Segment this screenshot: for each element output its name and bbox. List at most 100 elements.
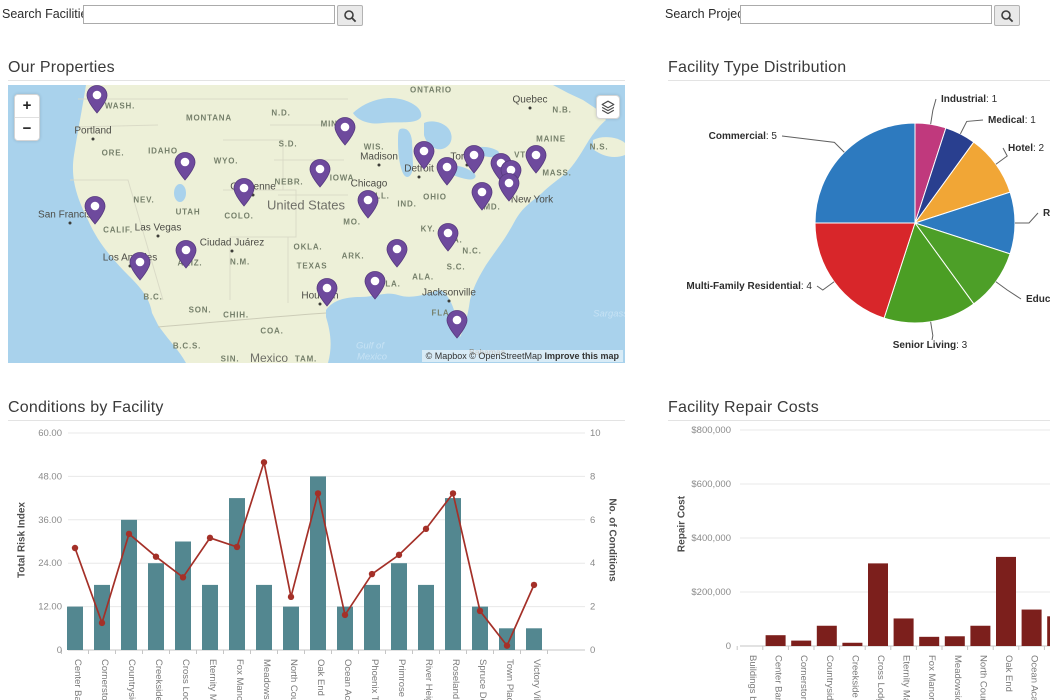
map-pin[interactable] [356,189,380,224]
risk-index-point[interactable] [72,545,78,551]
map-zoom-controls: + − [14,94,40,141]
risk-index-point[interactable] [99,620,105,626]
condition-bar[interactable] [67,607,83,650]
repair-bar[interactable] [791,641,811,646]
map-layers-button[interactable] [596,95,620,119]
left-axis-tick: 12.00 [38,602,62,613]
pie-label: Medical: 1 [988,115,1036,126]
right-axis-tick: 4 [590,558,595,569]
attrib-improve-link[interactable]: Improve this map [544,351,619,361]
distribution-title: Facility Type Distribution [668,59,846,77]
x-axis-label: Countryside [824,655,835,700]
repair-bar[interactable] [945,636,965,646]
map-pin[interactable] [174,239,198,274]
condition-bar[interactable] [364,585,380,650]
zoom-in-button[interactable]: + [15,95,39,117]
zoom-out-button[interactable]: − [15,118,39,140]
repair-bar[interactable] [1022,610,1042,646]
risk-index-point[interactable] [153,553,159,559]
map-pin[interactable] [173,151,197,186]
condition-bar[interactable] [526,628,542,650]
right-axis-tick: 6 [590,515,595,526]
map-pin[interactable] [412,140,436,175]
risk-index-point[interactable] [504,642,510,648]
right-axis-tick: 8 [590,471,595,482]
repair-bar[interactable] [868,563,888,646]
map-pin[interactable] [470,181,494,216]
risk-index-point[interactable] [342,612,348,618]
x-axis-label: Cornerstone [99,659,110,700]
map-pin[interactable] [497,172,521,207]
facility-search-input[interactable] [83,5,335,24]
project-search-button[interactable] [994,5,1020,26]
map-pin[interactable] [315,277,339,312]
repair-title: Facility Repair Costs [668,399,819,417]
risk-index-point[interactable] [288,594,294,600]
map-pin[interactable] [85,85,109,119]
risk-index-point[interactable] [396,552,402,558]
risk-index-point[interactable] [207,535,213,541]
repair-bar[interactable] [894,618,914,646]
risk-index-point[interactable] [180,574,186,580]
y-axis-tick: 0 [726,641,731,652]
map-pin[interactable] [128,251,152,286]
map-pin[interactable] [83,195,107,230]
project-search-input[interactable] [740,5,992,24]
divider [668,80,1050,81]
repair-bar[interactable] [842,643,862,646]
repair-bar[interactable] [766,635,786,646]
repair-bar[interactable] [996,557,1016,646]
repair-bar[interactable] [919,637,939,646]
pie-label: Senior Living: 3 [893,340,968,351]
facility-search-button[interactable] [337,5,363,26]
risk-index-point[interactable] [369,571,375,577]
condition-bar[interactable] [418,585,434,650]
map-pin[interactable] [308,158,332,193]
condition-bar[interactable] [94,585,110,650]
y-axis-tick: $600,000 [691,479,731,490]
risk-index-point[interactable] [126,531,132,537]
map-attribution: © Mapbox © OpenStreetMap Improve this ma… [422,350,623,362]
attrib-osm-link[interactable]: © OpenStreetMap [469,351,542,361]
risk-index-point[interactable] [531,582,537,588]
x-axis-label: Victory Vill [531,659,542,700]
risk-index-point[interactable] [261,459,267,465]
risk-index-point[interactable] [477,608,483,614]
x-axis-label: Phoenix Tow [369,659,380,700]
risk-index-point[interactable] [423,526,429,532]
map-pin[interactable] [363,270,387,305]
condition-bar[interactable] [310,476,326,650]
condition-bar[interactable] [256,585,272,650]
risk-index-point[interactable] [315,490,321,496]
pie-slice-commercial[interactable] [815,123,915,223]
divider [8,80,625,81]
map-pin[interactable] [333,116,357,151]
condition-bar[interactable] [202,585,218,650]
map-pin[interactable] [462,144,486,179]
condition-bar[interactable] [283,607,299,650]
conditions-chart: 60.001048.00836.00624.00412.00200Center … [8,425,625,700]
condition-bar[interactable] [391,563,407,650]
repair-bar[interactable] [817,626,837,646]
left-axis-tick: 48.00 [38,471,62,482]
repair-bars [766,557,1050,646]
map-pin[interactable] [385,238,409,273]
attrib-mapbox-link[interactable]: © Mapbox [426,351,467,361]
map-pin[interactable] [435,156,459,191]
condition-bar[interactable] [175,542,191,651]
risk-index-point[interactable] [450,490,456,496]
repair-costs-chart: $800,000$600,000$400,000$200,0000Buildin… [668,425,1050,700]
condition-bar[interactable] [229,498,245,650]
repair-bar[interactable] [970,626,990,646]
condition-bar[interactable] [148,563,164,650]
properties-map[interactable]: ONTARIOWASH.MONTANAN.D.S.D.MINN.ORE.IDAH… [8,85,625,363]
conditions-title: Conditions by Facility [8,399,164,417]
map-pin[interactable] [436,222,460,257]
risk-index-point[interactable] [234,544,240,550]
map-pin[interactable] [232,177,256,212]
x-axis-label: Town Place [504,659,515,700]
map-pin[interactable] [445,309,469,344]
x-axis-label: Fox Manor [926,655,937,700]
pie-leader-line [960,120,983,134]
map-pin[interactable] [524,144,548,179]
